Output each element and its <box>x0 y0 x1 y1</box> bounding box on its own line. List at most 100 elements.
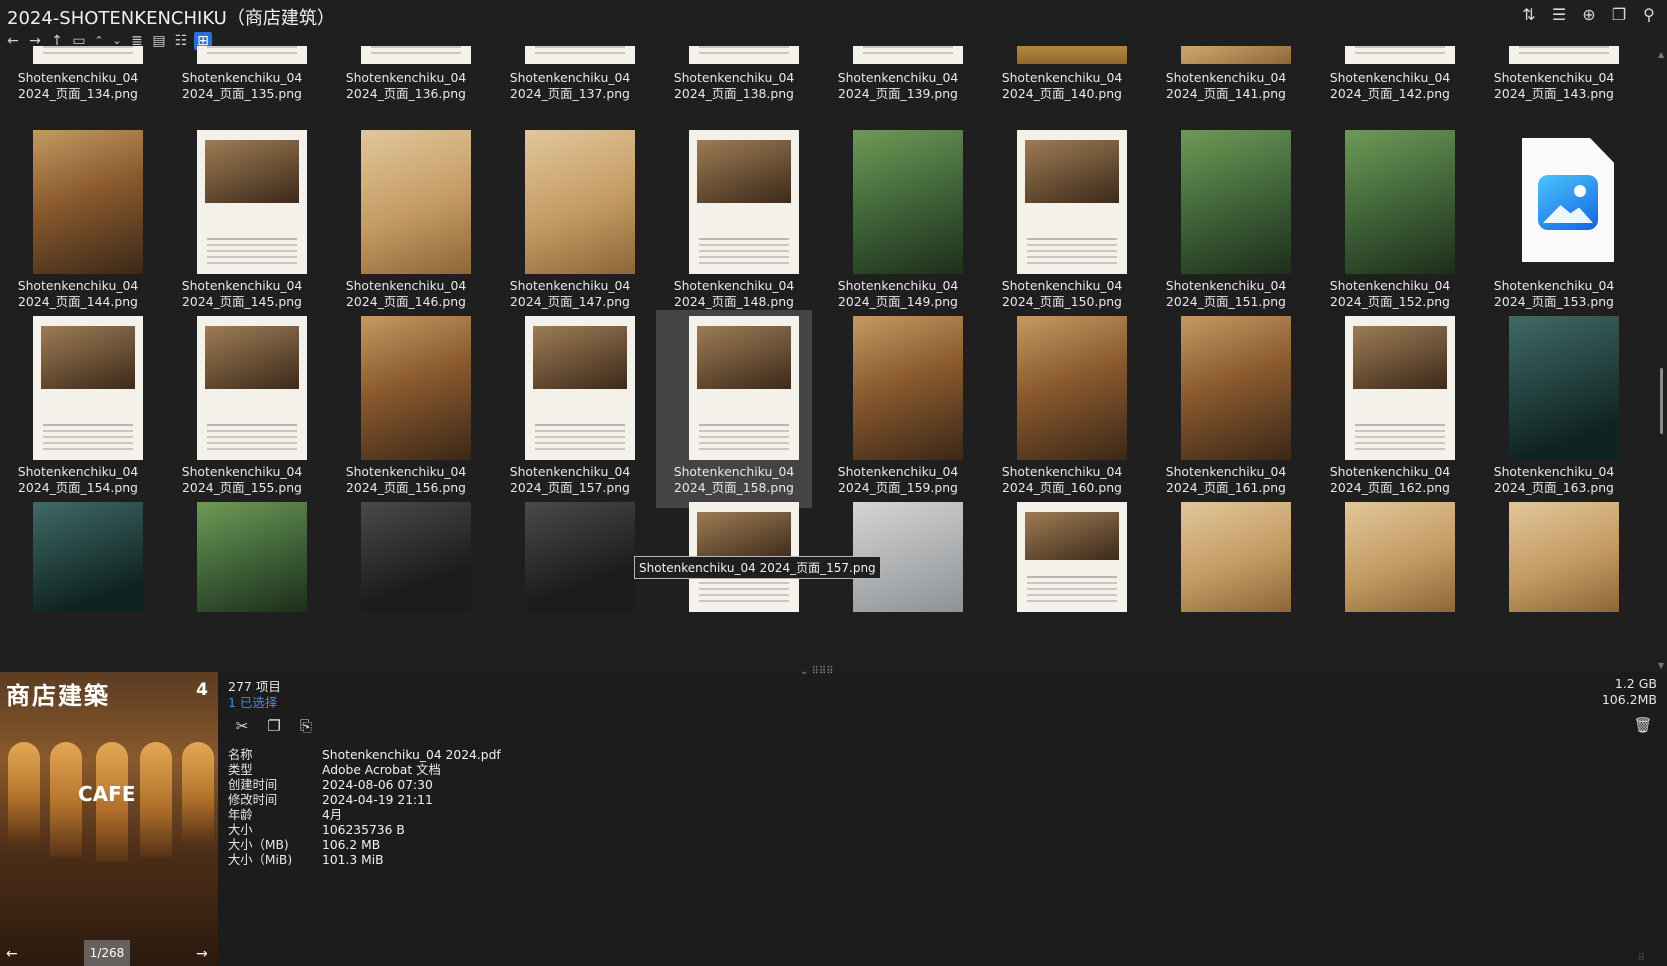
property-key: 大小（MB) <box>228 838 289 852</box>
view-options-icon[interactable]: ☰ <box>1549 5 1569 25</box>
file-thumbnail <box>361 130 471 274</box>
file-name-line1: Shotenkenchiku_04 <box>1493 278 1615 293</box>
copy-icon[interactable]: ❐ <box>264 716 284 736</box>
file-tile[interactable]: Shotenkenchiku_04 2024_页面_149.png <box>820 124 976 322</box>
file-tile[interactable]: Shotenkenchiku_04 2024_页面_150.png <box>984 124 1140 322</box>
file-thumbnail <box>1509 46 1619 64</box>
file-tile[interactable]: Shotenkenchiku_04 2024_页面_146.png <box>328 124 484 322</box>
file-tile[interactable]: Shotenkenchiku_04 2024_页面_161.png <box>1148 310 1304 508</box>
property-row: 大小（MB) 106.2 MB <box>228 838 501 853</box>
file-name-line1: Shotenkenchiku_04 <box>673 70 795 85</box>
file-tile[interactable]: Shotenkenchiku_04 2024_页面_157.png <box>492 310 648 508</box>
scroll-down-icon[interactable]: ▼ <box>1658 661 1664 670</box>
file-tile[interactable]: Shotenkenchiku_04 2024_页面_156.png <box>328 310 484 508</box>
property-row: 大小（MiB) 101.3 MiB <box>228 853 501 868</box>
file-tile[interactable]: Shotenkenchiku_04 2024_页面_151.png <box>1148 124 1304 322</box>
file-tile[interactable]: Shotenkenchiku_04 2024_页面_145.png <box>164 124 320 322</box>
file-name-line1: Shotenkenchiku_04 <box>1001 70 1123 85</box>
file-thumbnail <box>361 502 471 612</box>
property-key: 修改时间 <box>228 793 278 807</box>
file-name-line2: 2024_页面_147.png <box>510 294 630 309</box>
file-tile[interactable]: Shotenkenchiku_04 2024_页面_163.png <box>1476 310 1632 508</box>
next-page-icon[interactable]: → <box>196 946 208 962</box>
file-name-line2: 2024_页面_148.png <box>674 294 794 309</box>
file-tile[interactable]: Shotenkenchiku_04 2024_页面_160.png <box>984 310 1140 508</box>
splitter-handle[interactable]: ⌄ ⠿⠿⠿ <box>800 666 834 677</box>
file-thumbnail <box>1181 502 1291 612</box>
file-thumbnail <box>853 46 963 64</box>
resize-grip[interactable]: ⠿ <box>1638 953 1645 964</box>
property-row: 大小 106235736 B <box>228 823 501 838</box>
file-tile[interactable]: Shotenkenchiku_04 2024_页面_148.png <box>656 124 812 322</box>
file-name-line1: Shotenkenchiku_04 <box>17 464 139 479</box>
file-tile[interactable]: Shotenkenchiku_04 2024_页面_159.png <box>820 310 976 508</box>
file-thumbnail <box>1017 130 1127 274</box>
copy-window-icon[interactable]: ❐ <box>1609 5 1629 25</box>
pin-icon[interactable]: ⚲ <box>1639 5 1659 25</box>
file-thumbnail <box>1017 316 1127 460</box>
file-name-line1: Shotenkenchiku_04 <box>1001 278 1123 293</box>
file-name-line2: 2024_页面_135.png <box>182 86 302 101</box>
file-tile[interactable]: Shotenkenchiku_04 2024_页面_154.png <box>0 310 156 508</box>
file-name-line1: Shotenkenchiku_04 <box>1493 464 1615 479</box>
file-thumbnail <box>197 502 307 612</box>
file-tile[interactable] <box>492 496 648 670</box>
cut-icon[interactable]: ✂ <box>232 716 252 736</box>
file-name-line1: Shotenkenchiku_04 <box>1493 70 1615 85</box>
cover-headline: CAFE <box>78 782 136 806</box>
file-name-line1: Shotenkenchiku_04 <box>181 464 303 479</box>
file-name-line1: Shotenkenchiku_04 <box>181 278 303 293</box>
file-tile[interactable] <box>1148 496 1304 670</box>
file-tile[interactable] <box>1312 496 1468 670</box>
file-thumbnail <box>1017 502 1127 612</box>
file-name-line2: 2024_页面_154.png <box>18 480 138 495</box>
window-title: 2024-SHOTENKENCHIKU（商店建筑） <box>7 8 335 29</box>
file-tile[interactable] <box>984 496 1140 670</box>
file-name-line1: Shotenkenchiku_04 <box>837 464 959 479</box>
file-tile[interactable]: Shotenkenchiku_04 2024_页面_155.png <box>164 310 320 508</box>
cover-illustration <box>0 742 218 882</box>
file-name-line1: Shotenkenchiku_04 <box>673 278 795 293</box>
previous-page-icon[interactable]: ← <box>6 946 18 962</box>
file-name-line1: Shotenkenchiku_04 <box>17 70 139 85</box>
file-name-line1: Shotenkenchiku_04 <box>837 278 959 293</box>
file-name-line2: 2024_页面_134.png <box>18 86 138 101</box>
file-tile[interactable]: Shotenkenchiku_04 2024_页面_144.png <box>0 124 156 322</box>
file-tile[interactable]: Shotenkenchiku_04 2024_页面_147.png <box>492 124 648 322</box>
scroll-thumb[interactable] <box>1660 368 1663 434</box>
property-value: 101.3 MiB <box>322 853 384 867</box>
file-name-line2: 2024_页面_152.png <box>1330 294 1450 309</box>
file-name-line1: Shotenkenchiku_04 <box>345 278 467 293</box>
file-name-line1: Shotenkenchiku_04 <box>1329 70 1451 85</box>
vertical-scrollbar[interactable]: ▲ ▼ <box>1657 50 1667 670</box>
file-thumbnail <box>689 46 799 64</box>
file-name-line2: 2024_页面_145.png <box>182 294 302 309</box>
file-tile[interactable]: Shotenkenchiku_04 2024_页面_152.png <box>1312 124 1468 322</box>
file-name-line1: Shotenkenchiku_04 <box>509 278 631 293</box>
property-row: 年龄 4月 <box>228 808 501 823</box>
file-tile[interactable]: Shotenkenchiku_04 2024_页面_162.png <box>1312 310 1468 508</box>
file-tile[interactable] <box>1476 496 1632 670</box>
rename-icon[interactable]: ⎘ <box>296 716 316 736</box>
delete-icon[interactable]: 🗑 <box>1633 716 1653 734</box>
file-name-line2: 2024_页面_137.png <box>510 86 630 101</box>
file-thumbnail <box>525 502 635 612</box>
property-value: 2024-08-06 07:30 <box>322 778 433 792</box>
add-icon[interactable]: ⊕ <box>1579 5 1599 25</box>
file-thumbnail <box>1345 46 1455 64</box>
file-tile[interactable] <box>328 496 484 670</box>
file-tile[interactable]: Shotenkenchiku_04 2024_页面_158.png <box>656 310 812 508</box>
file-name-line2: 2024_页面_151.png <box>1166 294 1286 309</box>
sort-icon[interactable]: ⇅ <box>1519 5 1539 25</box>
file-tile[interactable] <box>656 496 812 670</box>
property-row: 名称 Shotenkenchiku_04 2024.pdf <box>228 748 501 763</box>
file-tile[interactable] <box>0 496 156 670</box>
file-name-line1: Shotenkenchiku_04 <box>1329 278 1451 293</box>
scroll-up-icon[interactable]: ▲ <box>1658 50 1664 59</box>
property-key: 类型 <box>228 763 253 777</box>
file-tile[interactable]: Shotenkenchiku_04 2024_页面_153.png <box>1476 124 1632 322</box>
file-thumbnail <box>853 130 963 274</box>
file-tile[interactable] <box>164 496 320 670</box>
file-tile[interactable] <box>820 496 976 670</box>
file-name-line2: 2024_页面_149.png <box>838 294 958 309</box>
